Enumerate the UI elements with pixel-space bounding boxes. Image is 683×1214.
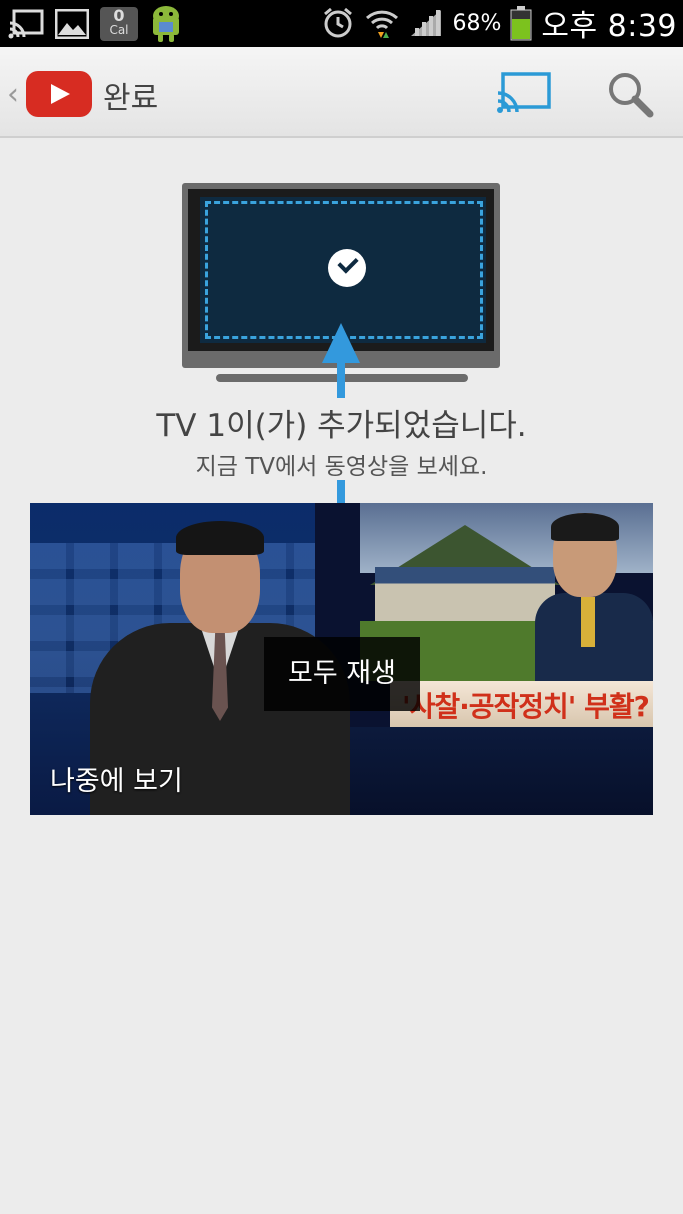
arrow-up-icon: [322, 323, 360, 363]
youtube-logo[interactable]: [26, 71, 92, 117]
calendar-number: 0: [113, 6, 125, 25]
calendar-text: Cal: [109, 23, 129, 37]
playlist-thumbnail[interactable]: '사찰·공작정치' 부활? 모두 재생 나중에 보기: [30, 503, 653, 815]
cast-button[interactable]: [495, 71, 553, 115]
tv-screen: [200, 197, 486, 343]
thumbnail-caption: '사찰·공작정치' 부활?: [402, 690, 650, 723]
battery-percent: 68%: [452, 10, 502, 36]
search-button[interactable]: [605, 69, 655, 119]
android-icon: [148, 6, 184, 42]
play-all-button[interactable]: 모두 재생: [264, 637, 420, 711]
page-title[interactable]: 완료: [103, 73, 158, 117]
calendar-icon: 0 Cal: [100, 7, 138, 41]
cast-icon: [497, 72, 551, 113]
play-icon: [51, 84, 70, 104]
battery-icon: [509, 5, 533, 41]
action-bar: ‹ 완료: [0, 47, 683, 138]
news-guest-image: [535, 513, 653, 693]
cast-icon: [8, 6, 44, 42]
check-icon: [328, 249, 366, 287]
playlist-title: 나중에 보기: [50, 766, 183, 797]
status-bar: 0 Cal 68% 오후 8:39: [0, 0, 683, 47]
connected-message-title: TV 1이(가) 추가되었습니다.: [156, 408, 527, 444]
search-icon: [609, 73, 654, 118]
up-caret-icon[interactable]: ‹: [7, 77, 19, 112]
connected-message-subtitle: 지금 TV에서 동영상을 보세요.: [195, 454, 488, 480]
alarm-icon: [320, 5, 356, 41]
signal-icon: [408, 5, 444, 41]
wifi-icon: [364, 5, 400, 41]
clock: 오후 8:39: [541, 9, 677, 44]
gallery-icon: [54, 6, 90, 42]
